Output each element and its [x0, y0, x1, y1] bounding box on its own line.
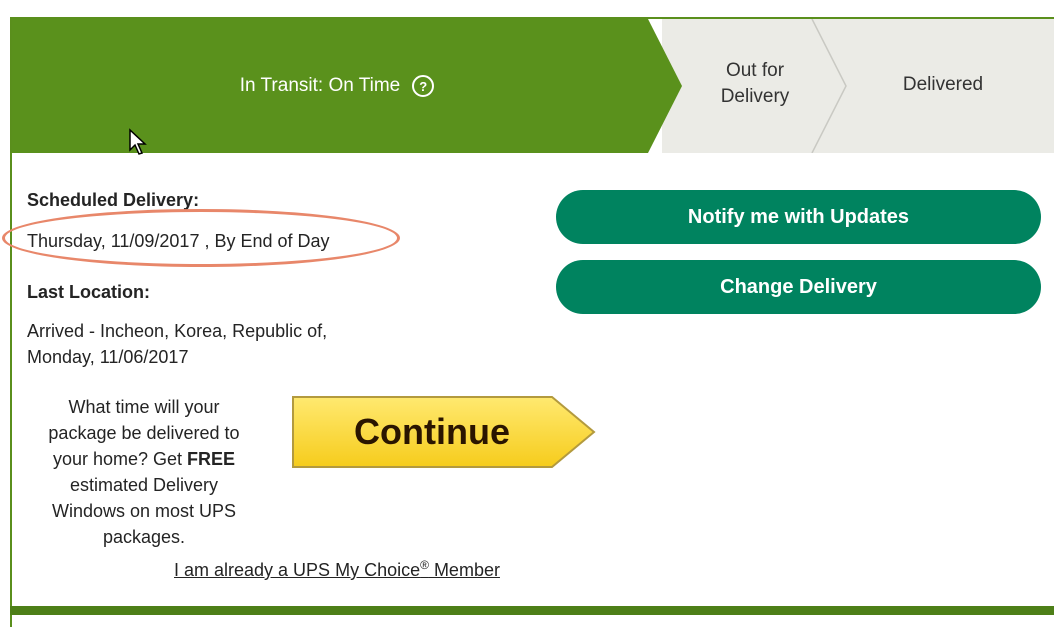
step-in-transit-label: In Transit: On Time: [239, 75, 401, 96]
my-choice-member-link[interactable]: I am already a UPS My Choice® Member: [174, 558, 500, 581]
bottom-bar: [10, 606, 1054, 615]
last-location-label: Last Location:: [27, 282, 151, 302]
last-location-line2: Monday, 11/06/2017: [27, 347, 189, 367]
promo-line: package be delivered to: [48, 423, 240, 443]
progress-tracker: In Transit: On Time ? Out for Delivery D…: [12, 19, 1054, 153]
step-in-transit: In Transit: On Time ?: [12, 19, 662, 153]
notify-updates-button[interactable]: Notify me with Updates: [556, 190, 1041, 244]
promo-line: What time will your: [68, 397, 220, 417]
question-circle-icon[interactable]: ?: [412, 75, 435, 97]
promo-line: estimated Delivery: [69, 475, 219, 495]
step-out-for-delivery-line2: Delivery: [720, 86, 790, 107]
continue-button[interactable]: Continue: [292, 396, 572, 468]
step-out-for-delivery-line1: Out for: [725, 60, 785, 81]
step-delivered: Delivered: [902, 74, 984, 95]
registered-mark: ®: [420, 558, 429, 572]
last-location-line1: Arrived - Incheon, Korea, Republic of,: [27, 321, 328, 341]
promo-line: your home? Get FREE: [52, 449, 236, 469]
scheduled-delivery-label: Scheduled Delivery:: [27, 190, 200, 210]
mouse-cursor-icon: [129, 128, 147, 155]
promo-text: What time will your package be delivered…: [22, 394, 266, 550]
step-out-for-delivery: Out for Delivery: [688, 58, 822, 110]
change-delivery-button[interactable]: Change Delivery: [556, 260, 1041, 314]
highlight-ellipse: [2, 209, 400, 267]
promo-line: packages.: [102, 527, 186, 547]
promo-line: Windows on most UPS: [51, 501, 237, 521]
promo-free: FREE: [187, 449, 236, 469]
